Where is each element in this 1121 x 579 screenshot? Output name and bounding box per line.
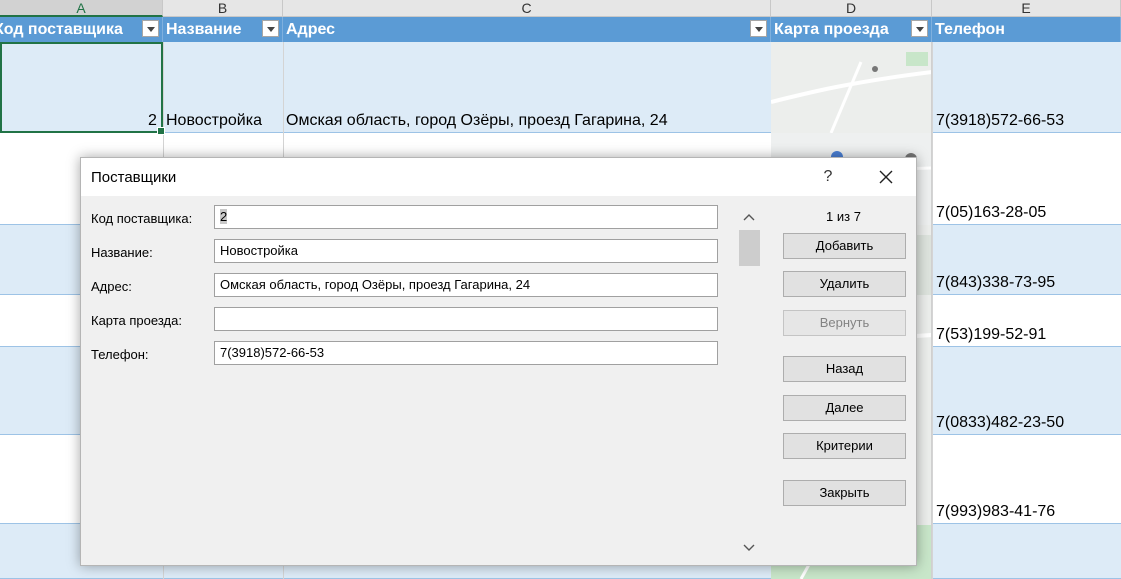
- supplier-code-label: Код поставщика:: [91, 211, 193, 226]
- scroll-up-icon[interactable]: [737, 207, 761, 227]
- cell-name[interactable]: Новостройка: [166, 112, 262, 130]
- scrollbar-thumb[interactable]: [739, 230, 760, 266]
- dialog-title: Поставщики: [91, 169, 177, 186]
- scroll-down-icon[interactable]: [737, 538, 761, 558]
- map-thumbnail-icon: [771, 42, 931, 133]
- next-button[interactable]: Далее: [783, 395, 906, 421]
- filter-dropdown-icon[interactable]: [262, 20, 279, 37]
- back-button[interactable]: Назад: [783, 356, 906, 382]
- active-cell-selection: [0, 42, 165, 135]
- map-label: Карта проезда:: [91, 313, 182, 328]
- cell-phone[interactable]: 7(05)163-28-05: [936, 204, 1046, 222]
- record-counter: 1 из 7: [826, 209, 861, 224]
- filter-dropdown-icon[interactable]: [911, 20, 928, 37]
- filter-dropdown-icon[interactable]: [142, 20, 159, 37]
- header-supplier-code: Код поставщика: [0, 17, 163, 42]
- criteria-button[interactable]: Критерии: [783, 433, 906, 459]
- add-button[interactable]: Добавить: [783, 233, 906, 259]
- header-name: Название: [163, 17, 283, 42]
- cell-address[interactable]: Омская область, город Озёры, проезд Гага…: [286, 112, 668, 130]
- header-map: Карта проезда: [771, 17, 932, 42]
- chevron-down-icon: [743, 544, 755, 551]
- supplier-code-value: 2: [220, 209, 228, 224]
- header-address: Адрес: [283, 17, 771, 42]
- close-button[interactable]: Закрыть: [783, 480, 906, 506]
- address-label: Адрес:: [91, 279, 132, 294]
- column-header-c[interactable]: C: [283, 0, 771, 17]
- help-button[interactable]: ?: [816, 166, 840, 188]
- grid-line: [932, 42, 933, 579]
- name-label: Название:: [91, 245, 153, 260]
- chevron-up-icon: [743, 214, 755, 221]
- header-address-label: Адрес: [286, 21, 336, 38]
- phone-field[interactable]: 7(3918)572-66-53: [214, 341, 718, 365]
- cell-phone[interactable]: 7(843)338-73-95: [936, 274, 1055, 292]
- phone-label: Телефон:: [91, 347, 149, 362]
- header-map-label: Карта проезда: [774, 21, 889, 38]
- map-image: [771, 42, 932, 133]
- delete-button[interactable]: Удалить: [783, 271, 906, 297]
- column-header-e[interactable]: E: [932, 0, 1121, 17]
- cell-phone[interactable]: 7(0833)482-23-50: [936, 414, 1064, 432]
- cell-phone[interactable]: 7(993)983-41-76: [936, 503, 1055, 521]
- cell-phone[interactable]: 7(53)199-52-91: [936, 326, 1046, 344]
- address-field[interactable]: Омская область, город Озёры, проезд Гага…: [214, 273, 718, 297]
- header-phone-label: Телефон: [935, 21, 1005, 38]
- close-x-icon: [879, 170, 893, 184]
- cell-phone[interactable]: 7(3918)572-66-53: [936, 112, 1064, 130]
- column-header-b[interactable]: B: [163, 0, 283, 17]
- header-supplier-code-label: Код поставщика: [0, 21, 123, 38]
- column-header-d[interactable]: D: [771, 0, 932, 17]
- filter-dropdown-icon[interactable]: [750, 20, 767, 37]
- name-field[interactable]: Новостройка: [214, 239, 718, 263]
- close-icon[interactable]: [871, 164, 901, 190]
- header-name-label: Название: [166, 21, 242, 38]
- dialog-title-bar[interactable]: Поставщики ?: [81, 158, 916, 196]
- data-form-dialog: Поставщики ? Код поставщика: 2 Название:…: [80, 157, 917, 566]
- header-phone: Телефон: [932, 17, 1121, 42]
- column-header-a[interactable]: A: [0, 0, 163, 17]
- supplier-code-field[interactable]: 2: [214, 205, 718, 229]
- map-field[interactable]: [214, 307, 718, 331]
- restore-button[interactable]: Вернуть: [783, 310, 906, 336]
